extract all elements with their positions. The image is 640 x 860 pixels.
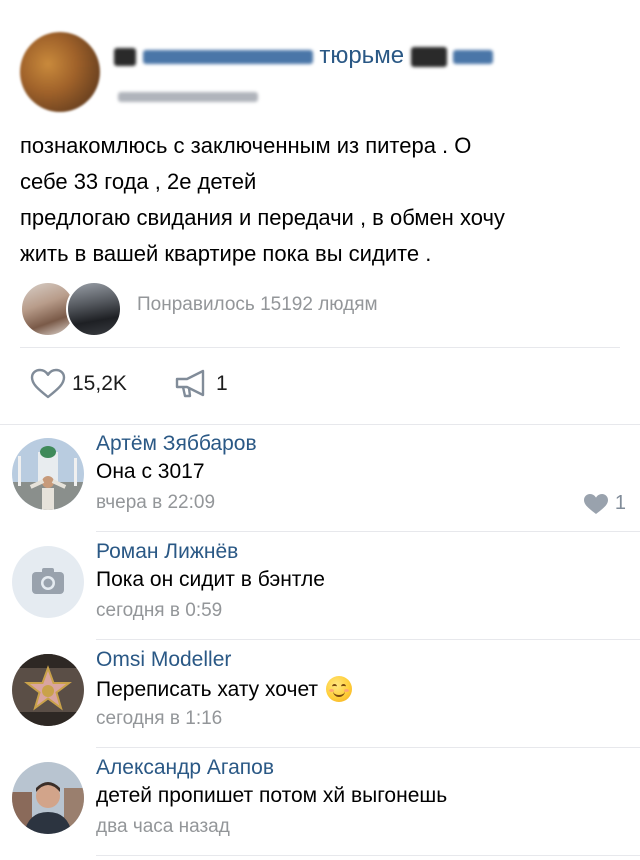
avatar[interactable] bbox=[12, 546, 84, 618]
comment-text: Пока он сидит в бэнтле bbox=[96, 568, 325, 591]
comment-time[interactable]: вчера в 22:09 bbox=[96, 492, 215, 514]
comment-item: Артём Зяббаров Она с 3017 вчера в 22:09 … bbox=[0, 428, 640, 536]
share-count: 1 bbox=[216, 372, 228, 395]
group-name-visible: тюрьме bbox=[319, 42, 405, 69]
blurred-text bbox=[142, 49, 313, 64]
comment-text-content: Переписать хату хочет bbox=[96, 678, 319, 701]
heart-icon bbox=[583, 493, 608, 514]
divider bbox=[96, 747, 640, 748]
comment-like-count: 1 bbox=[614, 492, 626, 514]
blurred-text bbox=[453, 49, 494, 64]
blurred-text bbox=[114, 47, 136, 66]
divider bbox=[96, 639, 640, 640]
comment-time[interactable]: сегодня в 1:16 bbox=[96, 708, 222, 730]
blurred-text bbox=[410, 46, 447, 67]
comment-time[interactable]: сегодня в 0:59 bbox=[96, 600, 222, 622]
post-text-line: жить в вашей квартире пока вы сидите . bbox=[20, 241, 432, 266]
share-button[interactable]: 1 bbox=[174, 368, 228, 400]
blurred-text bbox=[118, 91, 258, 102]
group-avatar[interactable] bbox=[20, 32, 100, 112]
divider bbox=[20, 347, 620, 348]
camera-icon bbox=[32, 568, 64, 594]
post-text-line: предлогаю свидания и передачи , в обмен … bbox=[20, 205, 505, 230]
divider bbox=[96, 531, 640, 532]
comment-author[interactable]: Роман Лижнёв bbox=[96, 540, 238, 564]
avatar[interactable] bbox=[12, 762, 84, 834]
avatar[interactable] bbox=[12, 654, 84, 726]
divider bbox=[96, 855, 640, 856]
liked-by-text[interactable]: Понравилось 15192 людям bbox=[137, 294, 378, 316]
post-text-line: познакомлюсь с заключенным из питера . О bbox=[20, 133, 472, 158]
comment-text: детей пропишет потом хй выгонешь bbox=[96, 784, 448, 807]
avatar bbox=[66, 281, 122, 337]
post-date bbox=[118, 88, 258, 106]
comment-like-button[interactable]: 1 bbox=[583, 492, 626, 515]
post-card: тюрьме познакомлюсь с заключенным из пит… bbox=[0, 0, 640, 424]
comment-author[interactable]: Александр Агапов bbox=[96, 756, 274, 780]
like-count: 15,2K bbox=[72, 372, 127, 395]
comment-author[interactable]: Артём Зяббаров bbox=[96, 432, 257, 456]
like-button[interactable]: 15,2K bbox=[30, 368, 127, 400]
heart-icon bbox=[30, 368, 66, 399]
star-avatar-photo bbox=[12, 654, 84, 726]
megaphone-icon bbox=[175, 369, 205, 398]
avatar-photo bbox=[12, 762, 84, 834]
comment-item: Omsi Modeller Переписать хату хочет сего… bbox=[0, 644, 640, 752]
comment-item: Александр Агапов детей пропишет потом хй… bbox=[0, 752, 640, 860]
smiling-face-emoji-icon bbox=[326, 676, 353, 702]
avatar[interactable] bbox=[12, 438, 84, 510]
avatar-photo bbox=[12, 438, 84, 510]
post-text-line: себе 33 года , 2е детей bbox=[20, 169, 257, 194]
comment-item: Роман Лижнёв Пока он сидит в бэнтле сего… bbox=[0, 536, 640, 644]
comment-author[interactable]: Omsi Modeller bbox=[96, 648, 231, 672]
comment-text: Переписать хату хочет bbox=[96, 676, 353, 702]
group-name[interactable]: тюрьме bbox=[114, 42, 494, 70]
comment-time[interactable]: два часа назад bbox=[96, 816, 230, 838]
comment-text: Она с 3017 bbox=[96, 460, 205, 483]
divider bbox=[0, 424, 640, 425]
post-text: познакомлюсь с заключенным из питера . О… bbox=[20, 128, 620, 272]
